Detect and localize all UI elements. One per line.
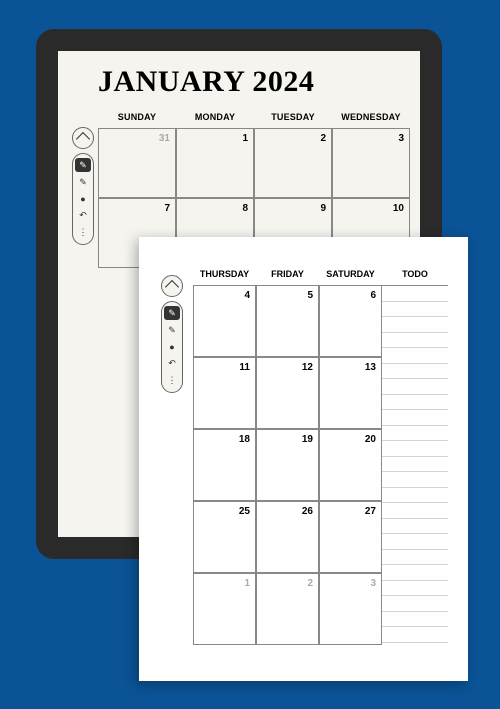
month-title: JANUARY 2024 xyxy=(58,51,420,101)
pen2-tool-icon[interactable]: ✎ xyxy=(75,175,91,189)
day-header: FRIDAY xyxy=(256,269,319,285)
chevron-up-icon xyxy=(165,280,179,294)
day-header: WEDNESDAY xyxy=(332,109,410,128)
tool-palette: ✎ ✎ ● ↶ ⋮ xyxy=(161,301,183,393)
day-cell[interactable]: 13 xyxy=(319,357,382,429)
day-cell[interactable]: 3 xyxy=(319,573,382,645)
day-cell[interactable]: 1 xyxy=(193,573,256,645)
day-cell[interactable]: 2 xyxy=(256,573,319,645)
day-cell[interactable]: 5 xyxy=(256,285,319,357)
todo-column: TODO xyxy=(382,269,448,645)
more-icon[interactable]: ⋮ xyxy=(75,226,91,240)
day-header: MONDAY xyxy=(176,109,254,128)
marker-tool-icon[interactable]: ● xyxy=(75,192,91,206)
marker-tool-icon[interactable]: ● xyxy=(164,340,180,354)
todo-lines[interactable] xyxy=(382,285,448,645)
day-cell[interactable]: 11 xyxy=(193,357,256,429)
day-header: SATURDAY xyxy=(319,269,382,285)
more-icon[interactable]: ⋮ xyxy=(164,374,180,388)
day-cell[interactable]: 31 xyxy=(98,128,176,198)
undo-icon[interactable]: ↶ xyxy=(164,357,180,371)
day-cell[interactable]: 12 xyxy=(256,357,319,429)
day-cell[interactable]: 25 xyxy=(193,501,256,573)
day-cell[interactable]: 1 xyxy=(176,128,254,198)
chevron-up-icon xyxy=(76,132,90,146)
day-cell[interactable]: 4 xyxy=(193,285,256,357)
calendar-page-right: THURSDAY FRIDAY SATURDAY 4 5 6 11 12 13 … xyxy=(139,237,468,681)
undo-icon[interactable]: ↶ xyxy=(75,209,91,223)
day-cell[interactable]: 27 xyxy=(319,501,382,573)
toolbar: ✎ ✎ ● ↶ ⋮ xyxy=(161,275,185,393)
tool-palette: ✎ ✎ ● ↶ ⋮ xyxy=(72,153,94,245)
day-cell[interactable]: 26 xyxy=(256,501,319,573)
day-header: SUNDAY xyxy=(98,109,176,128)
collapse-button[interactable] xyxy=(161,275,183,297)
pen2-tool-icon[interactable]: ✎ xyxy=(164,323,180,337)
day-cell[interactable]: 19 xyxy=(256,429,319,501)
toolbar: ✎ ✎ ● ↶ ⋮ xyxy=(72,127,96,245)
pen-tool-icon[interactable]: ✎ xyxy=(75,158,91,172)
day-cell[interactable]: 6 xyxy=(319,285,382,357)
collapse-button[interactable] xyxy=(72,127,94,149)
todo-header: TODO xyxy=(382,269,448,285)
day-header: TUESDAY xyxy=(254,109,332,128)
day-cell[interactable]: 2 xyxy=(254,128,332,198)
calendar-grid-right: THURSDAY FRIDAY SATURDAY 4 5 6 11 12 13 … xyxy=(193,269,382,645)
day-cell[interactable]: 18 xyxy=(193,429,256,501)
pen-tool-icon[interactable]: ✎ xyxy=(164,306,180,320)
day-cell[interactable]: 3 xyxy=(332,128,410,198)
day-header: THURSDAY xyxy=(193,269,256,285)
day-cell[interactable]: 20 xyxy=(319,429,382,501)
